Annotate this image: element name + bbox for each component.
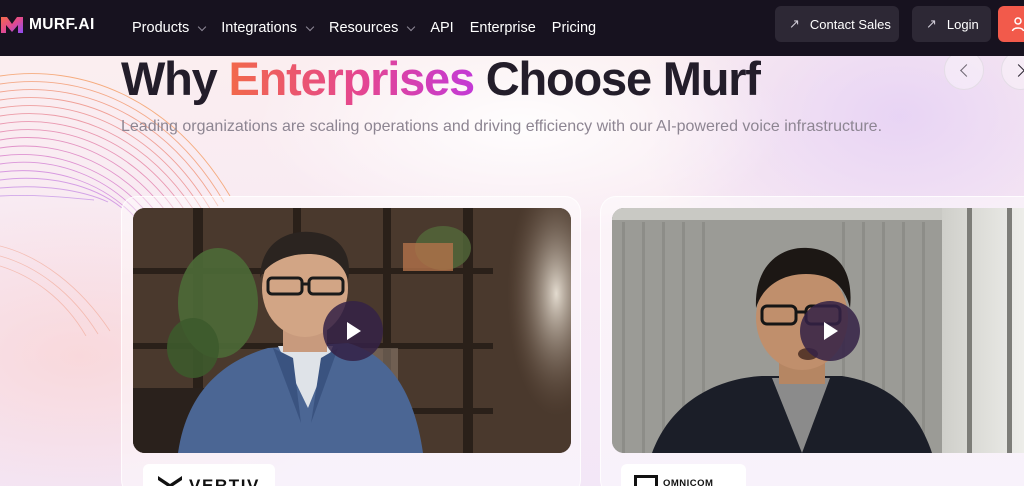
testimonial-card-omnicom[interactable]: OMNICOM xyxy=(600,196,1024,486)
login-label: Login xyxy=(946,16,979,32)
user-icon xyxy=(1011,17,1024,32)
hero-title: Why Enterprises Choose Murf xyxy=(121,51,761,106)
chevron-down-icon xyxy=(407,22,416,31)
company-logo-omnicom: OMNICOM xyxy=(621,464,746,486)
chevron-down-icon xyxy=(305,22,315,31)
nav-item-integrations[interactable]: Integrations xyxy=(221,20,315,36)
nav-item-label: API xyxy=(430,20,454,36)
play-button[interactable] xyxy=(800,301,860,361)
chevron-right-icon xyxy=(1012,64,1024,77)
play-icon xyxy=(824,322,838,340)
nav-item-label: Enterprise xyxy=(469,20,536,36)
sign-up-button[interactable] xyxy=(998,6,1024,42)
nav-item-label: Integrations xyxy=(221,20,298,36)
nav-item-label: Resources xyxy=(329,20,399,36)
testimonial-video-thumbnail[interactable] xyxy=(612,208,1024,453)
brand-name: MURF.AI xyxy=(29,16,95,33)
nav-item-resources[interactable]: Resources xyxy=(329,20,416,36)
contact-sales-label: Contact Sales xyxy=(809,16,891,32)
hero-title-suffix: Choose Murf xyxy=(473,52,761,105)
hero-title-accent: Enterprises xyxy=(228,52,475,105)
contact-sales-button[interactable]: ↗ Contact Sales xyxy=(775,6,899,42)
play-button[interactable] xyxy=(323,301,383,361)
nav-item-label: Products xyxy=(132,20,190,36)
brand-logo[interactable]: MURF.AI xyxy=(0,14,95,36)
nav-item-products[interactable]: Products xyxy=(132,20,207,36)
nav-item-label: Pricing xyxy=(551,20,597,36)
vertiv-logo-icon xyxy=(158,476,182,486)
external-arrow-icon: ↗ xyxy=(789,16,800,31)
testimonial-card-vertiv[interactable]: VERTIV xyxy=(121,196,581,486)
company-logo-vertiv: VERTIV xyxy=(143,464,275,486)
chevron-left-icon xyxy=(960,64,973,77)
hero-subtitle: Leading organizations are scaling operat… xyxy=(121,118,883,135)
nav-item-enterprise[interactable]: Enterprise xyxy=(470,20,536,36)
testimonial-video-thumbnail[interactable] xyxy=(133,208,571,453)
primary-menu: Products Integrations Resources API Ente… xyxy=(132,0,612,56)
murf-logo-icon xyxy=(1,17,23,33)
external-arrow-icon: ↗ xyxy=(926,16,937,31)
company-logo-text: VERTIV xyxy=(189,476,261,486)
hero-title-prefix: Why xyxy=(121,52,229,105)
nav-item-api[interactable]: API xyxy=(430,20,453,36)
login-button[interactable]: ↗ Login xyxy=(912,6,991,42)
play-icon xyxy=(347,322,361,340)
company-logo-text: OMNICOM xyxy=(663,478,714,486)
chevron-down-icon xyxy=(197,22,207,31)
top-navigation-bar: MURF.AI Products Integrations Resources … xyxy=(0,0,1024,56)
nav-item-pricing[interactable]: Pricing xyxy=(552,20,596,36)
omnicom-logo-icon xyxy=(634,475,658,486)
carousel-prev-button[interactable] xyxy=(944,50,984,90)
